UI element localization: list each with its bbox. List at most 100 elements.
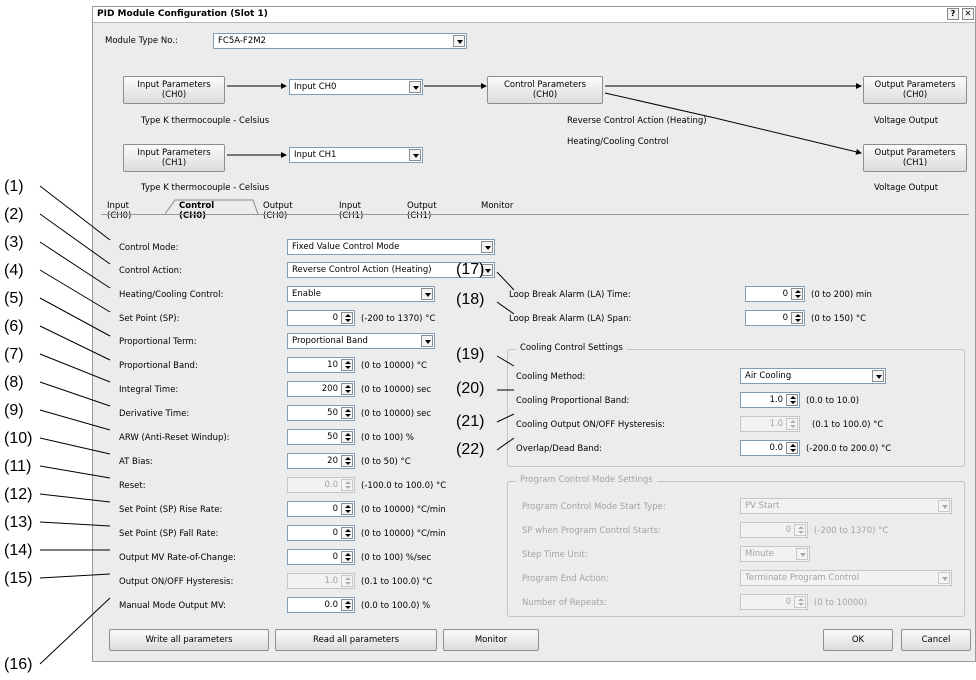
heating-cooling-select[interactable]: Enable [287,286,435,302]
prop-band-spinner[interactable]: 10 [287,357,355,373]
integral-range: (0 to 10000) sec [361,385,432,395]
sp-rise-label: Set Point (SP) Rise Rate: [119,505,223,515]
sp-prog-range: (-200 to 1370) °C [814,526,889,536]
spin-arrows-icon[interactable] [794,596,806,608]
close-button[interactable]: ✕ [962,8,974,20]
help-button[interactable]: ? [947,8,959,20]
spin-arrows-icon[interactable] [341,407,353,419]
title-bar: PID Module Configuration (Slot 1) ? ✕ [93,7,975,23]
spin-arrows-icon[interactable] [341,359,353,371]
spin-arrows-icon[interactable] [341,431,353,443]
set-point-range: (-200 to 1370) °C [361,314,436,324]
la-time-spinner[interactable]: 0 [745,286,805,302]
tab-output-ch0[interactable]: Output (CH0) [263,199,293,221]
chevron-down-icon [453,35,465,47]
cooling-hyst-spinner[interactable]: 1.0 [740,416,800,432]
spin-arrows-icon[interactable] [786,394,798,406]
read-all-button[interactable]: Read all parameters [275,629,437,651]
chevron-down-icon [872,370,884,382]
repeats-spinner[interactable]: 0 [740,594,808,610]
callout-16: (16) [4,656,33,673]
overlap-value: 0.0 [769,443,783,453]
cooling-band-spinner[interactable]: 1.0 [740,392,800,408]
control-mode-select[interactable]: Fixed Value Control Mode [287,239,495,255]
arw-label: ARW (Anti-Reset Windup): [119,433,230,443]
input-ch1-select[interactable]: Input CH1 [289,147,423,163]
overlap-spinner[interactable]: 0.0 [740,440,800,456]
input-ch0-value: Input CH0 [294,82,337,92]
prog-end-select[interactable]: Terminate Program Control [740,570,952,586]
cooling-band-value: 1.0 [769,395,783,405]
control-params-ch0-button[interactable]: Control Parameters (CH0) [487,76,603,104]
tab-control-ch0[interactable]: Control (CH0) [179,199,214,221]
prog-start-select[interactable]: PV Start [740,498,952,514]
la-time-label: Loop Break Alarm (LA) Time: [509,290,631,300]
la-span-range: (0 to 150) °C [811,314,867,324]
overlap-range: (-200.0 to 200.0) °C [806,444,892,454]
module-type-select[interactable]: FC5A-F2M2 [213,33,467,49]
la-time-range: (0 to 200) min [811,290,872,300]
write-all-button[interactable]: Write all parameters [109,629,269,651]
spin-arrows-icon[interactable] [791,312,803,324]
integral-spinner[interactable]: 200 [287,381,355,397]
callout-5: (5) [4,290,24,307]
voltage-output-ch0: Voltage Output [874,116,939,126]
manual-mv-spinner[interactable]: 0.0 [287,597,355,613]
spin-arrows-icon[interactable] [341,312,353,324]
input-params-ch1-button[interactable]: Input Parameters (CH1) [123,144,225,172]
reset-spinner[interactable]: 0.0 [287,477,355,493]
cooling-method-label: Cooling Method: [516,372,586,382]
prop-band-range: (0 to 10000) °C [361,361,427,371]
spin-arrows-icon[interactable] [341,575,353,587]
monitor-button[interactable]: Monitor [443,629,539,651]
spin-arrows-icon[interactable] [341,527,353,539]
derivative-spinner[interactable]: 50 [287,405,355,421]
input-type-ch1: Type K thermocouple - Celsius [141,183,270,193]
onoff-hyst-spinner[interactable]: 1.0 [287,573,355,589]
spin-arrows-icon[interactable] [341,383,353,395]
la-span-spinner[interactable]: 0 [745,310,805,326]
mv-rate-spinner[interactable]: 0 [287,549,355,565]
sp-fall-spinner[interactable]: 0 [287,525,355,541]
callout-12: (12) [4,486,33,503]
spin-arrows-icon[interactable] [786,442,798,454]
tab-monitor[interactable]: Monitor [481,199,513,214]
input-params-ch0-button[interactable]: Input Parameters (CH0) [123,76,225,104]
spin-arrows-icon[interactable] [341,599,353,611]
spin-arrows-icon[interactable] [791,288,803,300]
prop-band-value: 10 [327,360,338,370]
sp-rise-value: 0 [332,504,338,514]
at-bias-value: 20 [327,456,338,466]
callout-1: (1) [4,178,24,195]
cooling-band-range: (0.0 to 10.0) [806,396,860,406]
spin-arrows-icon[interactable] [794,524,806,536]
cooling-method-select[interactable]: Air Cooling [740,368,886,384]
program-settings-group: Program Control Mode Settings Program Co… [507,475,965,617]
spin-arrows-icon[interactable] [341,479,353,491]
prop-term-select[interactable]: Proportional Band [287,333,435,349]
spin-arrows-icon[interactable] [341,503,353,515]
set-point-label: Set Point (SP): [119,314,180,324]
sp-prog-spinner[interactable]: 0 [740,522,808,538]
onoff-hyst-value: 1.0 [324,576,338,586]
at-bias-spinner[interactable]: 20 [287,453,355,469]
at-bias-label: AT Bias: [119,457,153,467]
input-ch0-select[interactable]: Input CH0 [289,79,423,95]
spin-arrows-icon[interactable] [786,418,798,430]
arw-spinner[interactable]: 50 [287,429,355,445]
ok-button[interactable]: OK [823,629,893,651]
output-params-ch1-button[interactable]: Output Parameters (CH1) [863,144,967,172]
cancel-button[interactable]: Cancel [901,629,971,651]
sp-rise-spinner[interactable]: 0 [287,501,355,517]
step-unit-select[interactable]: Minute [740,546,810,562]
output-params-ch0-button[interactable]: Output Parameters (CH0) [863,76,967,104]
chevron-down-icon [421,288,433,300]
set-point-spinner[interactable]: 0 [287,310,355,326]
tab-input-ch0[interactable]: Input (CH0) [107,199,131,221]
mv-rate-label: Output MV Rate-of-Change: [119,553,236,563]
tab-output-ch1[interactable]: Output (CH1) [407,199,437,221]
tab-input-ch1[interactable]: Input (CH1) [339,199,363,221]
spin-arrows-icon[interactable] [341,551,353,563]
spin-arrows-icon[interactable] [341,455,353,467]
manual-mv-range: (0.0 to 100.0) % [361,601,431,611]
